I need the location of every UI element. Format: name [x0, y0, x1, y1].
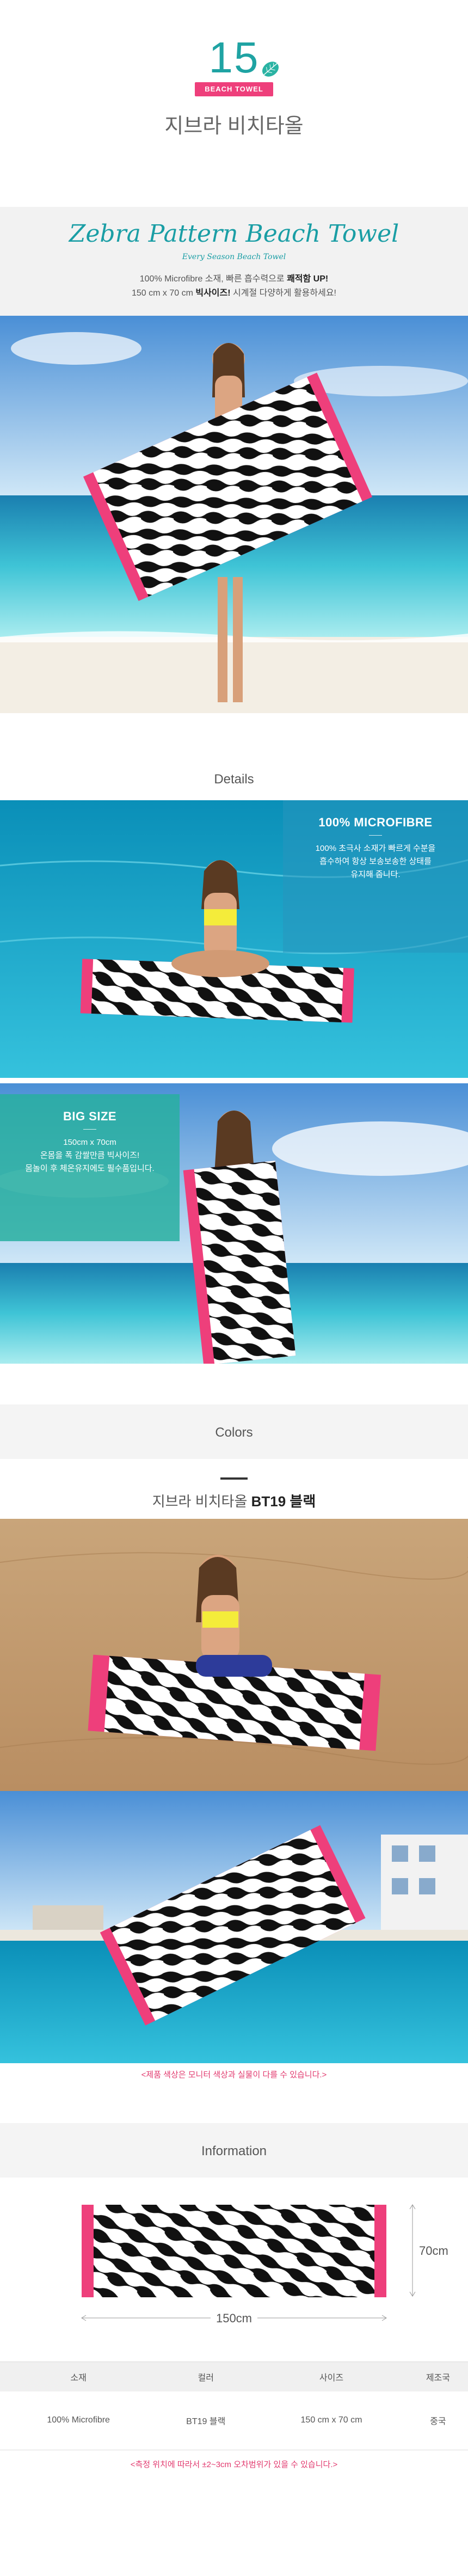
spec-table: 소재 컬러 사이즈 제조국 100% Microfibre BT19 블랙 15… [0, 2362, 468, 2450]
bigsize-line: 몸놀이 후 체온유지에도 필수품입니다. [25, 1164, 155, 1173]
bigsize-line: 150cm x 70cm [63, 1138, 116, 1147]
script-subtitle: Every Season Beach Towel [182, 253, 286, 261]
table-cell: 100% Microfibre [0, 2391, 157, 2450]
table-cell: BT19 블랙 [157, 2391, 255, 2450]
hero-photo [0, 316, 468, 713]
category-ribbon: BEACH TOWEL [195, 82, 273, 96]
colors-heading: Colors [215, 1425, 253, 1440]
intro-text: 100% Microfibre 소재, 빠른 흡수력으로 [139, 274, 287, 284]
color-name: 지브라 비치타올 [152, 1493, 251, 1510]
microfibre-line: 유지해 줍니다. [350, 870, 401, 879]
table-header-row: 소재 컬러 사이즈 제조국 [0, 2362, 468, 2391]
information-heading: Information [201, 2144, 267, 2158]
intro-highlight: 쾌적함 UP! [287, 274, 329, 284]
towel-illustration [81, 2204, 416, 2321]
table-row: 100% Microfibre BT19 블랙 150 cm x 70 cm 중… [0, 2391, 468, 2450]
details-heading: Details [214, 772, 254, 787]
table-header: 소재 [0, 2362, 157, 2391]
divider [83, 1129, 96, 1130]
color-title-bar [220, 1477, 248, 1480]
microfibre-line: 100% 초극사 소재가 빠르게 수분을 [315, 844, 436, 853]
table-cell: 150 cm x 70 cm [255, 2391, 408, 2450]
colors-band: Colors [0, 1404, 468, 1459]
script-title: Zebra Pattern Beach Towel [69, 220, 399, 248]
product-number: 15 [208, 33, 260, 82]
width-label: 150cm [0, 2311, 468, 2326]
bigsize-line: 온몸을 폭 감쌀만큼 빅사이즈! [40, 1151, 140, 1160]
bigsize-title: BIG SIZE [63, 1109, 117, 1123]
details-photo-bigsize: BIG SIZE 150cm x 70cm 온몸을 폭 감쌀만큼 빅사이즈! 몸… [0, 1083, 468, 1364]
intro-highlight: 빅사이즈! [195, 289, 231, 298]
bigsize-box: BIG SIZE 150cm x 70cm 온몸을 폭 감쌀만큼 빅사이즈! 몸… [0, 1094, 180, 1241]
table-header: 컬러 [157, 2362, 255, 2391]
table-header: 사이즈 [255, 2362, 408, 2391]
info-notice: <측정 위치에 따라서 ±2~3cm 오차범위가 있을 수 있습니다.> [130, 2460, 338, 2469]
width-label-text: 150cm [210, 2311, 258, 2325]
product-title: 지브라 비치타올 [164, 115, 304, 138]
header-section: 15 BEACH TOWEL 지브라 비치타올 [0, 0, 468, 207]
color-code: BT19 블랙 [251, 1493, 316, 1510]
color-product-name: 지브라 비치타올 BT19 블랙 [0, 1491, 468, 1511]
color-photo-sand [0, 1519, 468, 1791]
table-header: 제조국 [408, 2362, 468, 2391]
intro-text: 150 cm x 70 cm [131, 289, 196, 298]
microfibre-title: 100% MICROFIBRE [318, 815, 433, 829]
table-cell: 중국 [408, 2391, 468, 2450]
intro-band: Zebra Pattern Beach Towel Every Season B… [0, 207, 468, 316]
details-photo-microfibre: 100% MICROFIBRE 100% 초극사 소재가 빠르게 수분을 흡수하… [0, 800, 468, 1078]
information-band: Information [0, 2123, 468, 2178]
intro-line-2: 150 cm x 70 cm 빅사이즈! 시계절 다양하게 활용하세요! [0, 285, 468, 298]
intro-line-1: 100% Microfibre 소재, 빠른 흡수력으로 쾌적함 UP! [0, 271, 468, 284]
microfibre-line: 흡수하여 항상 보송보송한 상태를 [319, 857, 432, 866]
size-diagram: 70cm 150cm [0, 2199, 468, 2330]
leaf-icon [262, 62, 279, 77]
divider [369, 835, 382, 836]
color-photo-pool [0, 1791, 468, 2063]
color-notice: <제품 색상은 모니터 색상과 실물이 다를 수 있습니다.> [141, 2070, 327, 2080]
height-label: 70cm [419, 2244, 448, 2258]
intro-text: 시계절 다양하게 활용하세요! [230, 289, 336, 298]
microfibre-box: 100% MICROFIBRE 100% 초극사 소재가 빠르게 수분을 흡수하… [283, 800, 468, 953]
